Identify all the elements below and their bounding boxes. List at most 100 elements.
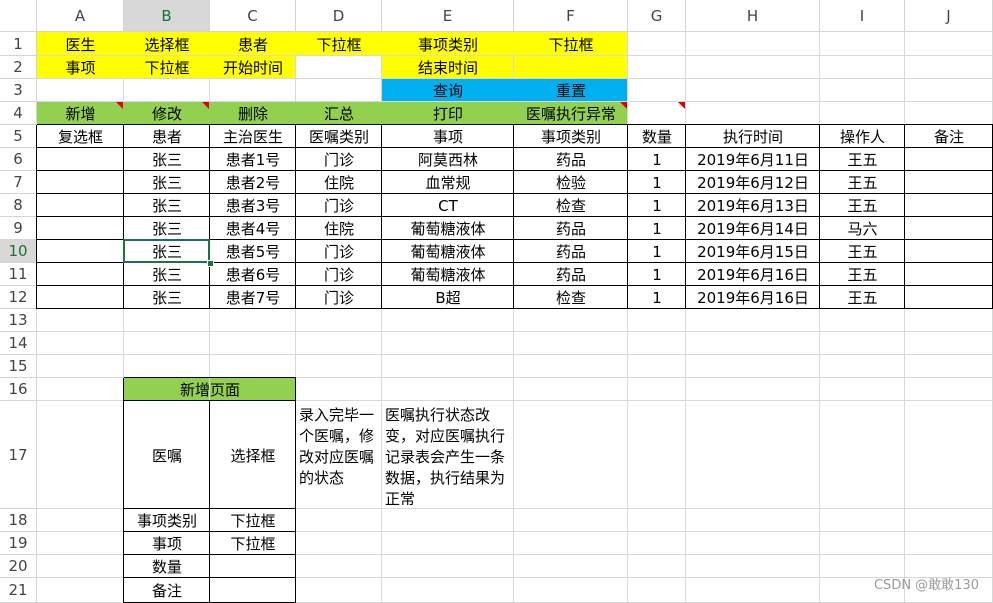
table-cell[interactable]: 阿莫西林 bbox=[382, 148, 514, 171]
table-cell[interactable] bbox=[37, 194, 124, 217]
cell-d1[interactable]: 下拉框 bbox=[296, 32, 382, 56]
table-cell[interactable]: 张三 bbox=[124, 148, 210, 171]
note-cell-e17[interactable]: 医嘱执行状态改变，对应医嘱执行记录表会产生一条数据，执行结果为正常 bbox=[382, 405, 513, 505]
table-cell[interactable]: 葡萄糖液体 bbox=[382, 240, 514, 263]
row-header-16[interactable]: 16 bbox=[0, 378, 37, 401]
table-cell[interactable]: 门诊 bbox=[296, 194, 382, 217]
table-cell[interactable] bbox=[905, 240, 993, 263]
row-header-4[interactable]: 4 bbox=[0, 102, 37, 125]
row-header-13[interactable]: 13 bbox=[0, 309, 37, 332]
row-header-17[interactable]: 17 bbox=[0, 401, 37, 509]
cell-e4[interactable]: 打印 bbox=[382, 102, 514, 125]
table-cell[interactable]: 患者7号 bbox=[210, 286, 296, 309]
table-cell[interactable]: 张三 bbox=[124, 263, 210, 286]
table-cell[interactable]: 血常规 bbox=[382, 171, 514, 194]
add-page-value[interactable] bbox=[210, 555, 296, 578]
add-page-value[interactable]: 下拉框 bbox=[210, 532, 296, 555]
table-cell[interactable]: 王五 bbox=[820, 148, 905, 171]
table-cell[interactable]: 葡萄糖液体 bbox=[382, 217, 514, 240]
table-cell[interactable] bbox=[905, 148, 993, 171]
table-cell[interactable]: 门诊 bbox=[296, 240, 382, 263]
row-header-9[interactable]: 9 bbox=[0, 217, 37, 240]
cell-b1[interactable]: 选择框 bbox=[124, 32, 210, 56]
column-header-a[interactable]: A bbox=[37, 0, 124, 32]
cell-e1[interactable]: 事项类别 bbox=[382, 32, 514, 56]
table-cell[interactable] bbox=[905, 194, 993, 217]
table-cell[interactable] bbox=[905, 171, 993, 194]
cell-f1[interactable]: 下拉框 bbox=[514, 32, 628, 56]
row-header-14[interactable]: 14 bbox=[0, 332, 37, 355]
table-header-cell[interactable]: 医嘱类别 bbox=[296, 125, 382, 148]
spreadsheet[interactable]: A B C D E F G H I J 1 2 3 4 5 6 7 8 9 10 11 12 13 14 15 16 17 18 19 2… bbox=[0, 0, 993, 603]
table-cell[interactable]: 王五 bbox=[820, 263, 905, 286]
column-header-d[interactable]: D bbox=[296, 0, 382, 32]
cell-e3[interactable]: 查询 bbox=[382, 79, 514, 102]
table-cell[interactable]: 王五 bbox=[820, 240, 905, 263]
cell-c1[interactable]: 患者 bbox=[210, 32, 296, 56]
table-header-cell[interactable]: 执行时间 bbox=[686, 125, 820, 148]
table-cell[interactable]: B超 bbox=[382, 286, 514, 309]
table-cell[interactable]: 1 bbox=[628, 217, 686, 240]
table-cell[interactable]: 患者6号 bbox=[210, 263, 296, 286]
table-cell[interactable]: 张三 bbox=[124, 194, 210, 217]
table-cell[interactable] bbox=[37, 263, 124, 286]
note-cell-d17[interactable]: 录入完毕一个医嘱，修改对应医嘱的状态 bbox=[296, 405, 381, 505]
table-cell[interactable]: 2019年6月16日 bbox=[686, 286, 820, 309]
table-cell[interactable]: 王五 bbox=[820, 194, 905, 217]
row-header-10[interactable]: 10 bbox=[0, 240, 37, 263]
table-cell[interactable]: 2019年6月11日 bbox=[686, 148, 820, 171]
table-cell[interactable]: 患者1号 bbox=[210, 148, 296, 171]
table-header-cell[interactable]: 备注 bbox=[905, 125, 993, 148]
table-cell[interactable]: 1 bbox=[628, 171, 686, 194]
column-header-j[interactable]: J bbox=[905, 0, 993, 32]
table-cell[interactable]: 张三 bbox=[124, 217, 210, 240]
row-header-5[interactable]: 5 bbox=[0, 125, 37, 148]
column-header-f[interactable]: F bbox=[514, 0, 628, 32]
row-header-7[interactable]: 7 bbox=[0, 171, 37, 194]
cell-a2[interactable]: 事项 bbox=[37, 56, 124, 79]
table-cell[interactable]: 马六 bbox=[820, 217, 905, 240]
row-header-6[interactable]: 6 bbox=[0, 148, 37, 171]
column-header-c[interactable]: C bbox=[210, 0, 296, 32]
table-header-cell[interactable]: 事项类别 bbox=[514, 125, 628, 148]
row-header-1[interactable]: 1 bbox=[0, 32, 37, 56]
row-header-20[interactable]: 20 bbox=[0, 555, 37, 578]
table-cell[interactable]: 2019年6月14日 bbox=[686, 217, 820, 240]
table-cell[interactable]: 患者2号 bbox=[210, 171, 296, 194]
table-cell[interactable]: CT bbox=[382, 194, 514, 217]
table-header-cell[interactable]: 事项 bbox=[382, 125, 514, 148]
table-cell[interactable]: 张三 bbox=[124, 171, 210, 194]
table-cell[interactable] bbox=[37, 171, 124, 194]
table-header-cell[interactable]: 复选框 bbox=[37, 125, 124, 148]
row-header-12[interactable]: 12 bbox=[0, 286, 37, 309]
table-cell[interactable]: 2019年6月15日 bbox=[686, 240, 820, 263]
row-header-15[interactable]: 15 bbox=[0, 355, 37, 378]
table-cell[interactable]: 2019年6月13日 bbox=[686, 194, 820, 217]
cell-f4[interactable]: 医嘱执行异常 bbox=[514, 102, 628, 125]
table-header-cell[interactable]: 操作人 bbox=[820, 125, 905, 148]
cell-d4[interactable]: 汇总 bbox=[296, 102, 382, 125]
table-cell[interactable]: 王五 bbox=[820, 171, 905, 194]
row-header-3[interactable]: 3 bbox=[0, 79, 37, 102]
cell-b4[interactable]: 修改 bbox=[124, 102, 210, 125]
table-cell[interactable]: 检查 bbox=[514, 194, 628, 217]
column-header-g[interactable]: G bbox=[628, 0, 686, 32]
table-cell[interactable]: 1 bbox=[628, 286, 686, 309]
table-cell[interactable] bbox=[37, 286, 124, 309]
row-header-2[interactable]: 2 bbox=[0, 56, 37, 79]
table-cell[interactable]: 1 bbox=[628, 263, 686, 286]
cell-e2[interactable]: 结束时间 bbox=[382, 56, 514, 79]
column-header-e[interactable]: E bbox=[382, 0, 514, 32]
table-cell[interactable] bbox=[905, 217, 993, 240]
cell-c4[interactable]: 删除 bbox=[210, 102, 296, 125]
cell-b2[interactable]: 下拉框 bbox=[124, 56, 210, 79]
column-header-h[interactable]: H bbox=[686, 0, 820, 32]
column-header-b[interactable]: B bbox=[124, 0, 210, 32]
row-header-18[interactable]: 18 bbox=[0, 509, 37, 532]
add-page-value[interactable]: 选择框 bbox=[210, 401, 296, 509]
table-cell[interactable] bbox=[37, 217, 124, 240]
table-cell[interactable]: 药品 bbox=[514, 240, 628, 263]
table-cell[interactable]: 住院 bbox=[296, 171, 382, 194]
cell-f3[interactable]: 重置 bbox=[514, 79, 628, 102]
fill-handle[interactable] bbox=[207, 260, 214, 267]
